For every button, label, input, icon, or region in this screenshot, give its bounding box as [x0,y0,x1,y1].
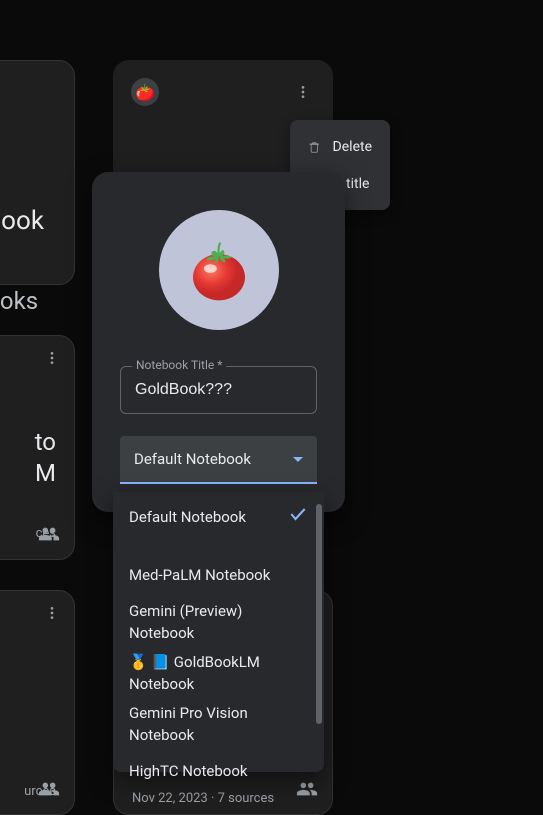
notebooks-heading: ebooks [0,287,38,315]
menu-item-label: Delete [333,139,372,155]
dropdown-item[interactable]: 🥇 📘 GoldBookLM Notebook [113,648,324,699]
dropdown-item-label: Default Notebook [129,506,246,529]
bg-card[interactable]: to M ces [0,335,75,560]
card-title: to M [0,427,56,489]
chevron-down-icon [293,457,303,462]
dropdown-item[interactable]: Gemini Pro Vision Notebook [113,699,324,750]
trash-icon [308,138,321,156]
bg-card[interactable]: urces [0,590,75,815]
edit-notebook-dialog: Notebook Title * Default Notebook [92,172,345,512]
dropdown-item[interactable]: Gemini (Preview) Notebook [113,597,324,648]
notebook-title-input[interactable] [120,366,317,414]
notebook-type-select[interactable]: Default Notebook [120,436,317,484]
people-icon [38,778,60,804]
more-icon[interactable] [40,346,64,370]
card-sources: Nov 22, 2023 · 7 sources [132,791,274,806]
people-icon [38,523,60,549]
dropdown-item-label: HighTC Notebook [129,760,248,783]
title-input-wrapper: Notebook Title * [120,366,317,414]
dropdown-item-label: 🥇 📘 GoldBookLM Notebook [129,651,308,696]
dropdown-item[interactable]: Med-PaLM Notebook [113,554,324,597]
dropdown-item[interactable]: Default Notebook [113,492,324,542]
dropdown-item[interactable]: HighTC Notebook [113,750,324,793]
notebook-emoji-icon: 🍅 [131,78,159,106]
select-value: Default Notebook [134,450,251,468]
check-icon [288,502,308,532]
dropdown-item-label: Med-PaLM Notebook [129,564,270,587]
bg-card: ook [0,60,75,285]
dropdown-item-label: Gemini Pro Vision Notebook [129,702,308,747]
menu-item-delete[interactable]: Delete [290,128,390,166]
more-icon[interactable] [291,80,315,104]
more-icon[interactable] [40,601,64,625]
scrollbar[interactable] [316,504,322,724]
notebook-type-dropdown: Default Notebook Med-PaLM Notebook Gemin… [113,492,324,772]
tomato-icon [183,234,255,306]
dropdown-item-label: Gemini (Preview) Notebook [129,600,308,645]
card-title: ook [1,206,44,236]
input-label: Notebook Title * [132,358,226,372]
avatar-circle[interactable] [159,210,279,330]
